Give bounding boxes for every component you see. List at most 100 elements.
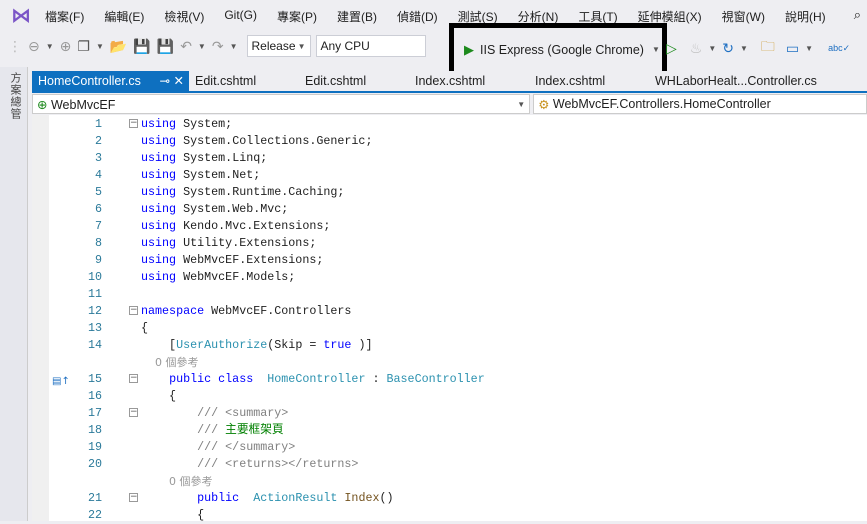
navigate-forward-icon[interactable]: ⊕ <box>60 38 72 55</box>
code-token: : <box>365 372 387 386</box>
menu-item[interactable]: 編輯(E) <box>104 8 144 25</box>
code-token: /// <box>141 423 226 437</box>
code-text: /// </summary> <box>141 439 295 456</box>
tab-1[interactable]: HomeController.cs ⊸ ✕ <box>32 71 189 91</box>
tab-3[interactable]: Edit.cshtml <box>299 71 409 91</box>
hot-reload-icon[interactable]: ♨ <box>690 40 703 57</box>
code-token: /// <summary> <box>141 406 289 420</box>
code-line: 6 using System.Web.Mvc; <box>32 201 867 218</box>
pin-close-icon[interactable]: ⊸ ✕ <box>160 71 184 91</box>
code-line: 0 個參考 <box>32 473 867 490</box>
code-line: 16 { <box>32 388 867 405</box>
project-dropdown[interactable]: ⊕ WebMvcEF ▼ <box>32 94 531 114</box>
code-token: System.Collections.Generic; <box>183 134 373 148</box>
collapse-icon[interactable]: − <box>129 119 138 128</box>
chevron-down-icon[interactable]: ▼ <box>708 44 716 53</box>
browser-window-icon[interactable]: ▭ <box>786 40 799 57</box>
code-token: 主要框架頁 <box>225 423 284 437</box>
menu-item[interactable]: 延伸模組(X) <box>638 8 702 25</box>
open-folder-icon[interactable]: 📂 <box>110 38 127 55</box>
code-token: using <box>141 253 177 267</box>
search-icon[interactable]: ⌕ <box>854 7 861 23</box>
code-token: WebMvcEF.Controllers <box>211 304 352 318</box>
code-line: 20 /// <returns></returns> <box>32 456 867 473</box>
refresh-icon[interactable]: ↻ <box>722 40 734 57</box>
collapse-icon[interactable]: − <box>129 374 138 383</box>
redo-icon[interactable]: ↷ <box>212 38 224 55</box>
code-text: using WebMvcEF.Models; <box>141 269 295 286</box>
chevron-down-icon[interactable]: ▼ <box>740 44 748 53</box>
configuration-value: Release <box>251 39 296 53</box>
menu-item[interactable]: 檢視(V) <box>164 8 204 25</box>
save-all-icon[interactable]: 💾 <box>157 38 174 55</box>
spell-check-icon[interactable]: abc✓ <box>828 43 850 54</box>
tab-label: HomeController.cs <box>38 74 141 88</box>
code-text: /// 主要框架頁 <box>141 422 284 439</box>
code-token: WebMvcEF.Extensions; <box>183 253 324 267</box>
line-number: 18 <box>87 423 102 437</box>
class-icon: ⚙ <box>538 97 550 112</box>
platform-select[interactable]: Any CPU <box>315 35 426 57</box>
code-editor[interactable]: 1− using System; 2 using System.Collections… <box>32 115 867 524</box>
run-button[interactable]: ▶ IIS Express (Google Chrome) ▼ <box>449 23 667 76</box>
collapse-icon[interactable]: − <box>129 493 138 502</box>
code-line: 9 using WebMvcEF.Extensions; <box>32 252 867 269</box>
chevron-down-icon[interactable]: ▼ <box>96 42 104 51</box>
menu-item[interactable]: 工具(T) <box>578 8 617 25</box>
code-token: Index <box>344 491 380 505</box>
document-tabs: HomeController.cs ⊸ ✕ Edit.cshtml Edit.csht… <box>32 71 867 91</box>
collapse-icon[interactable]: − <box>129 408 138 417</box>
class-dropdown[interactable]: ⚙ WebMvcEF.Controllers.HomeController <box>533 94 867 114</box>
configuration-select[interactable]: Release ▼ <box>246 35 311 57</box>
tab-5[interactable]: Index.cshtml <box>529 71 649 91</box>
line-number: 22 <box>87 508 102 522</box>
save-icon[interactable]: 💾 <box>133 38 150 55</box>
menu-item[interactable]: 說明(H) <box>785 8 826 25</box>
tab-4[interactable]: Index.cshtml <box>409 71 529 91</box>
tab-6[interactable]: WHLaborHealt...Controller.cs <box>649 71 859 91</box>
menu-item[interactable]: Git(G) <box>224 8 257 25</box>
line-number: 17 <box>87 406 102 420</box>
menu-item[interactable]: 偵錯(D) <box>397 8 438 25</box>
line-number: 21 <box>87 491 102 505</box>
menu-item[interactable]: 建置(B) <box>337 8 377 25</box>
code-token: using <box>141 185 177 199</box>
chevron-down-icon[interactable]: ▼ <box>230 42 238 51</box>
menu-item[interactable]: 視窗(W) <box>722 8 765 25</box>
line-number: 12 <box>87 304 102 318</box>
chevron-down-icon[interactable]: ▼ <box>46 42 54 51</box>
code-token: using <box>141 236 177 250</box>
solution-explorer-tab[interactable]: 方案總管 <box>7 72 23 120</box>
find-in-files-icon[interactable]: 🗀 <box>761 36 775 60</box>
chevron-down-icon[interactable]: ▼ <box>198 42 206 51</box>
code-token: public class <box>169 372 254 386</box>
chevron-down-icon[interactable]: ▼ <box>652 45 660 54</box>
tab-2[interactable]: Edit.cshtml <box>189 71 299 91</box>
new-project-icon[interactable]: ❐ <box>77 38 90 55</box>
code-line: 22 { <box>32 507 867 524</box>
code-text: using System.Linq; <box>141 150 267 167</box>
toolbar-overflow-icon[interactable]: ▼ <box>805 44 813 53</box>
toolbar-right: ▷ ♨ ▼ ↻ ▼ 🗀 ▭ ▼ abc✓ <box>663 36 853 60</box>
undo-icon[interactable]: ↶ <box>180 38 192 55</box>
code-token: System.Net; <box>183 168 261 182</box>
code-token: namespace <box>141 304 205 318</box>
menu-item[interactable]: 檔案(F) <box>45 8 84 25</box>
start-without-debugging-icon[interactable]: ▷ <box>666 40 677 57</box>
menu-item[interactable]: 分析(N) <box>518 8 559 25</box>
tab-label: Edit.cshtml <box>305 74 367 88</box>
menu-item[interactable]: 專案(P) <box>277 8 317 25</box>
collapse-icon[interactable]: − <box>129 306 138 315</box>
code-token: (Skip = <box>267 338 324 352</box>
code-token: BaseController <box>386 372 485 386</box>
navigate-back-icon[interactable]: ⊖ <box>28 38 40 55</box>
code-token: )] <box>358 338 373 352</box>
line-number: 14 <box>87 338 102 352</box>
code-token: System.Runtime.Caching; <box>183 185 345 199</box>
code-text: /// <returns></returns> <box>141 456 358 473</box>
code-token: /// </summary> <box>141 440 296 454</box>
code-line: 3 using System.Linq; <box>32 150 867 167</box>
menu-item[interactable]: 測試(S) <box>458 8 498 25</box>
code-token: 0 個參考 <box>141 356 199 369</box>
